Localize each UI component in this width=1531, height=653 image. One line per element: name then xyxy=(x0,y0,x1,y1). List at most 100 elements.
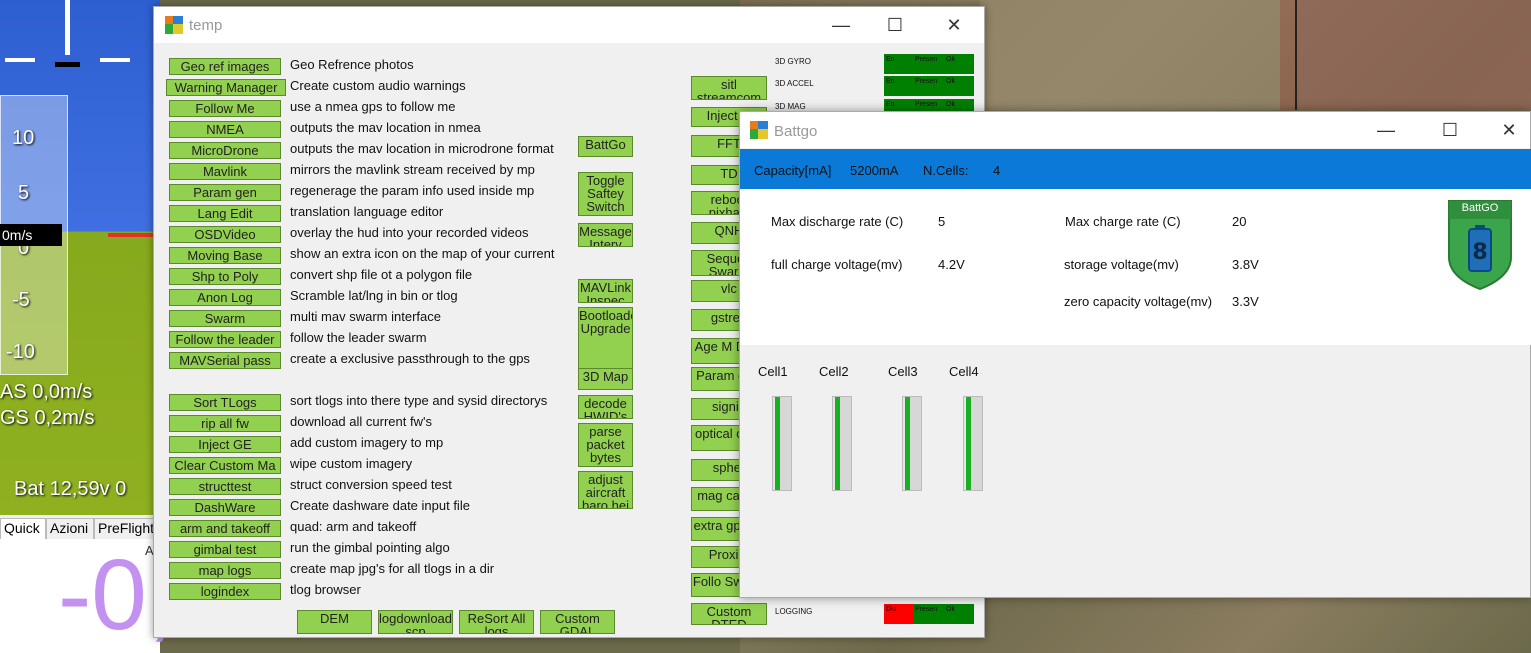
tool-button[interactable]: Sort TLogs xyxy=(169,394,281,411)
sensor-present-text: Presen xyxy=(915,606,938,613)
cell-label: Cell4 xyxy=(949,364,979,379)
full-charge-label: full charge voltage(mv) xyxy=(771,257,903,272)
hud-heading-marker xyxy=(65,0,70,55)
tool-button[interactable]: map logs xyxy=(169,562,281,579)
hud-horizon-marker xyxy=(55,62,80,67)
tool-button[interactable]: Custom DTED xyxy=(691,603,767,625)
tool-button[interactable]: ReSort All logs xyxy=(459,610,534,634)
tool-description: mirrors the mavlink stream received by m… xyxy=(290,162,535,177)
app-icon xyxy=(750,121,768,139)
capacity-label: Capacity[mA] xyxy=(754,163,832,178)
max-discharge-value: 5 xyxy=(938,214,946,229)
tool-description: outputs the mav location in microdrone f… xyxy=(290,141,554,156)
tool-button[interactable]: structtest xyxy=(169,478,281,495)
map-boundary-line xyxy=(1295,0,1297,110)
title-bar[interactable]: Battgo — ☐ ✕ xyxy=(740,112,1530,148)
sensor-enabled-cell: En xyxy=(884,54,914,74)
tool-button[interactable]: Mavlink xyxy=(169,163,281,180)
tool-description: follow the leader swarm xyxy=(290,330,427,345)
zero-capacity-label: zero capacity voltage(mv) xyxy=(1064,294,1213,309)
tool-description: quad: arm and takeoff xyxy=(290,519,417,534)
tool-button[interactable]: NMEA xyxy=(169,121,281,138)
tab-preflight[interactable]: PreFlight xyxy=(94,518,160,539)
hud-airspeed: AS 0,0m/s xyxy=(0,381,93,403)
tool-button[interactable]: MicroDrone xyxy=(169,142,281,159)
title-bar[interactable]: temp — ☐ ✕ xyxy=(154,7,984,43)
tool-button[interactable]: sitl streamcom xyxy=(691,76,767,100)
close-button[interactable]: ✕ xyxy=(1486,118,1531,142)
tool-description: run the gimbal pointing algo xyxy=(290,540,450,555)
minimize-button[interactable]: — xyxy=(818,13,864,37)
tool-button[interactable]: MAVLink Inspec xyxy=(578,279,633,303)
sensor-ok-text: Ok xyxy=(946,101,955,108)
tool-description: sort tlogs into there type and sysid dir… xyxy=(290,393,548,408)
tool-button[interactable]: DEM xyxy=(297,610,372,634)
tool-button[interactable]: Moving Base xyxy=(169,247,281,264)
tool-button[interactable]: Bootloader Upgrade xyxy=(578,307,633,375)
tool-button[interactable]: adjust aircraft baro hei xyxy=(578,471,633,509)
tool-button[interactable]: Follow Me xyxy=(169,100,281,117)
capacity-value: 5200mA xyxy=(850,163,899,178)
sensor-label: 3D MAG xyxy=(775,102,806,111)
tool-button[interactable]: logindex xyxy=(169,583,281,600)
tool-button[interactable]: DashWare xyxy=(169,499,281,516)
tool-button[interactable]: Shp to Poly xyxy=(169,268,281,285)
tool-button[interactable]: parse packet bytes xyxy=(578,423,633,467)
tool-description: Create dashware date input file xyxy=(290,498,470,513)
tool-button[interactable]: Lang Edit xyxy=(169,205,281,222)
sensor-enabled-text: En xyxy=(886,56,895,63)
window-title: Battgo xyxy=(774,123,818,140)
hud-pitch-tick: 10 xyxy=(12,127,35,149)
tool-button[interactable]: 3D Map xyxy=(578,368,633,390)
hud-speed-box: 0m/s xyxy=(0,224,62,246)
tool-button[interactable]: Param gen xyxy=(169,184,281,201)
cell-fill-shade xyxy=(910,397,921,490)
cell-fill-shade xyxy=(971,397,982,490)
tool-description: outputs the mav location in nmea xyxy=(290,120,481,135)
tool-button[interactable]: Custom GDAL xyxy=(540,610,615,634)
tool-description: add custom imagery to mp xyxy=(290,435,444,450)
tool-button[interactable]: Anon Log xyxy=(169,289,281,306)
tool-button[interactable]: Message Interv xyxy=(578,223,633,247)
tool-description: overlay the hud into your recorded video… xyxy=(290,225,529,240)
cell-voltage-bar xyxy=(963,396,983,491)
battgo-logo: 8 BattGO xyxy=(1445,197,1515,291)
tool-button[interactable]: OSDVideo xyxy=(169,226,281,243)
maximize-button[interactable]: ☐ xyxy=(1427,118,1473,142)
minimize-button[interactable]: — xyxy=(1363,118,1409,142)
tool-button[interactable]: Geo ref images xyxy=(169,58,281,75)
map-field xyxy=(980,0,1280,110)
tool-button[interactable]: gimbal test xyxy=(169,541,281,558)
sensor-present-cell: Presen Ok xyxy=(914,76,974,96)
sensor-enabled-cell: Dis xyxy=(884,604,914,624)
tool-description: struct conversion speed test xyxy=(290,477,452,492)
tab-azioni[interactable]: Azioni xyxy=(46,518,94,539)
sensor-label: LOGGING xyxy=(775,607,813,616)
tool-description: wipe custom imagery xyxy=(290,456,413,471)
sensor-label: 3D GYRO xyxy=(775,57,812,66)
tool-button[interactable]: MAVSerial pass xyxy=(169,352,281,369)
tab-quick[interactable]: Quick xyxy=(0,518,46,539)
tool-button[interactable]: rip all fw xyxy=(169,415,281,432)
tool-description: Geo Refrence photos xyxy=(290,57,414,72)
tool-button[interactable]: Clear Custom Ma xyxy=(169,457,281,474)
cell-fill-shade xyxy=(780,397,791,490)
tool-button[interactable]: BattGo xyxy=(578,136,633,157)
storage-voltage-value: 3.8V xyxy=(1232,257,1259,272)
sensor-enabled-text: En xyxy=(886,78,895,85)
tool-button[interactable]: logdownload scp xyxy=(378,610,453,634)
close-button[interactable]: ✕ xyxy=(931,13,977,37)
maximize-button[interactable]: ☐ xyxy=(872,13,918,37)
tool-button[interactable]: arm and takeoff xyxy=(169,520,281,537)
tool-button[interactable]: Warning Manager xyxy=(166,79,286,96)
tool-button[interactable]: Toggle Saftey Switch xyxy=(578,172,633,216)
tool-button[interactable]: decode HWID's xyxy=(578,395,633,419)
tool-description: download all current fw's xyxy=(290,414,432,429)
cell-label: Cell1 xyxy=(758,364,788,379)
hud-battery: Bat 12,59v 0 xyxy=(14,478,127,500)
cell-label: Cell2 xyxy=(819,364,849,379)
tool-description: tlog browser xyxy=(290,582,361,597)
tool-button[interactable]: Inject GE xyxy=(169,436,281,453)
tool-button[interactable]: Follow the leader xyxy=(169,331,281,348)
tool-button[interactable]: Swarm xyxy=(169,310,281,327)
